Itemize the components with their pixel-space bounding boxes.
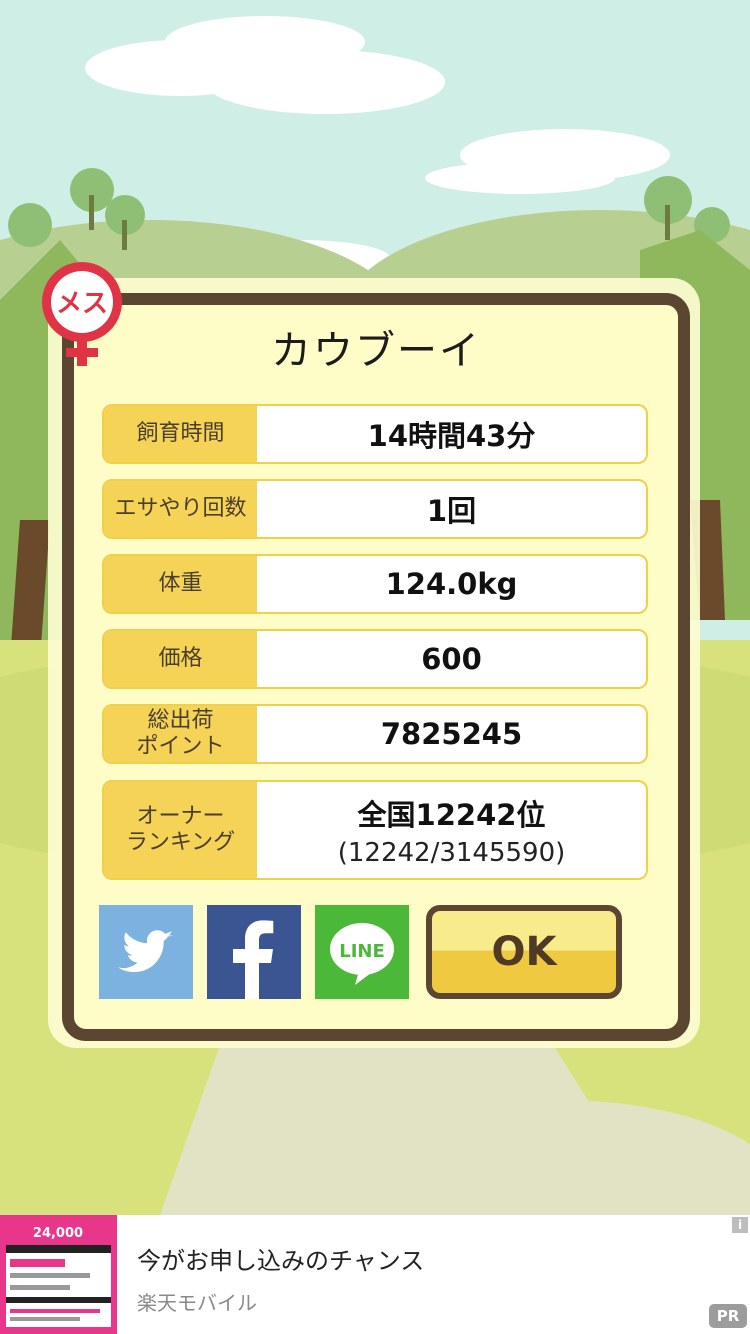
ad-pr-badge: PR	[709, 1304, 747, 1328]
stat-label: 飼育時間	[104, 406, 257, 462]
ad-title[interactable]: 今がお申し込みのチャンス	[137, 1241, 424, 1276]
ranking-value: 全国12242位	[357, 798, 546, 832]
ad-info-icon[interactable]: i	[732, 1217, 748, 1233]
stat-label: エサやり回数	[104, 481, 257, 537]
stat-row-shipping-points: 総出荷 ポイント 7825245	[102, 704, 648, 764]
ad-thumbnail[interactable]: 24,000	[0, 1215, 117, 1334]
stat-label: 価格	[104, 631, 257, 687]
stat-label: 総出荷 ポイント	[104, 706, 257, 762]
ok-button[interactable]: OK	[426, 905, 622, 999]
stat-label: 体重	[104, 556, 257, 612]
stat-row-feed-count: エサやり回数 1回	[102, 479, 648, 539]
stat-value: 600	[421, 642, 482, 676]
stat-row-weight: 体重 124.0kg	[102, 554, 648, 614]
stat-row-price: 価格 600	[102, 629, 648, 689]
stat-value: 7825245	[380, 717, 523, 751]
ad-thumb-text: 24,000	[33, 1226, 83, 1241]
facebook-share-button[interactable]	[207, 905, 301, 999]
ad-banner[interactable]: 24,000 今がお申し込みのチャンス 楽天モバイル	[0, 1215, 750, 1334]
line-label: LINE	[339, 941, 385, 962]
stat-value: 124.0kg	[385, 567, 518, 601]
stat-label: オーナー ランキング	[104, 782, 257, 878]
line-chat-icon: LINE	[330, 923, 394, 985]
twitter-share-button[interactable]	[99, 905, 193, 999]
ad-sponsor: 楽天モバイル	[137, 1291, 257, 1315]
facebook-f-icon	[233, 920, 274, 999]
stat-row-feeding-time: 飼育時間 14時間43分	[102, 404, 648, 464]
stat-row-owner-ranking: オーナー ランキング 全国12242位 (12242/3145590)	[102, 780, 648, 880]
twitter-bird-icon	[118, 930, 173, 973]
cow-name-title: カウブーイ	[271, 328, 481, 374]
badge-label: メス	[56, 289, 108, 319]
ranking-detail: (12242/3145590)	[337, 838, 566, 868]
line-share-button[interactable]: LINE	[315, 905, 409, 999]
stat-value: 1回	[426, 494, 477, 528]
stat-value: 14時間43分	[367, 419, 536, 453]
